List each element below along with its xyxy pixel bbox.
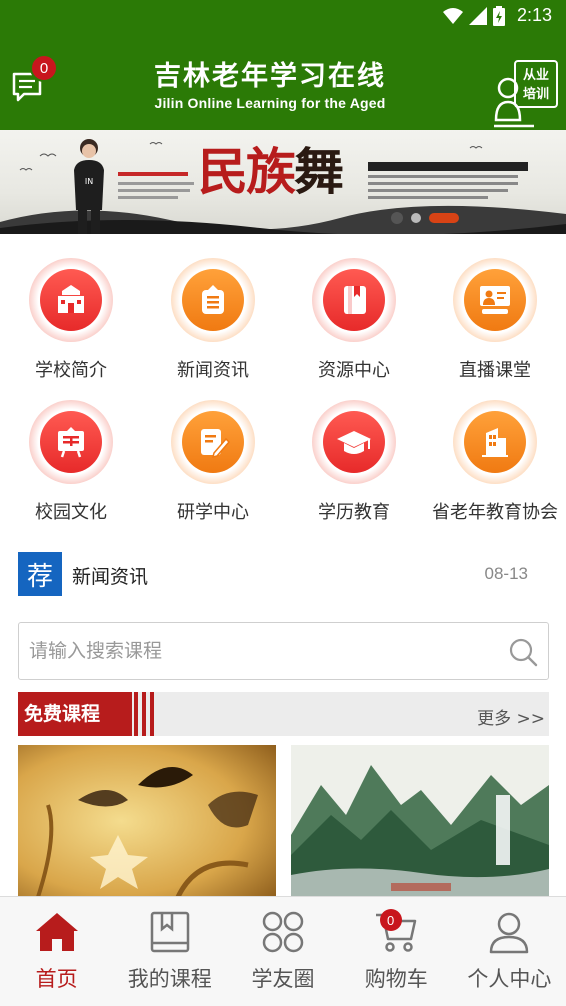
brand-title-en: Jilin Online Learning for the Aged (154, 95, 386, 111)
banner-dot-3[interactable] (429, 213, 459, 223)
circle-icon (262, 911, 304, 953)
category-label: 学历教育 (318, 502, 390, 523)
tab-my-courses[interactable]: 我的课程 (113, 897, 226, 1006)
culture-icon (40, 411, 102, 473)
home-icon (35, 913, 78, 951)
app-header: 0 吉林老年学习在线 Jilin Online Learning for the… (0, 30, 566, 130)
promo-banner[interactable]: IN 民族舞 (0, 130, 566, 234)
tab-cart[interactable]: 0 购物车 (340, 897, 453, 1006)
recommend-badge: 荐 (18, 552, 62, 596)
category-icon-ring (171, 400, 255, 484)
category-school-intro[interactable]: 学校简介 (0, 258, 142, 382)
news-icon (182, 269, 244, 331)
category-label: 省老年教育协会 (432, 502, 558, 523)
category-icon-ring (453, 258, 537, 342)
category-icon-ring (312, 400, 396, 484)
training-label-line2: 培训 (522, 87, 549, 102)
banner-dot-2[interactable] (411, 213, 421, 223)
category-icon-ring (29, 400, 113, 484)
search-icon[interactable] (508, 637, 538, 667)
tab-label: 学友圈 (251, 967, 315, 991)
graduation-cap-icon (323, 411, 385, 473)
category-icon-ring (171, 258, 255, 342)
school-icon (40, 269, 102, 331)
banner-title-part: 民族 (198, 142, 296, 201)
news-ticker[interactable]: 荐 新闻资讯 08-13 (18, 552, 548, 596)
category-label: 新闻资讯 (177, 360, 249, 381)
category-icon-ring (29, 258, 113, 342)
status-time: 2:13 (516, 5, 552, 25)
wifi-icon (442, 7, 463, 24)
status-bar: 2:13 (0, 0, 566, 30)
more-courses-link[interactable]: 更多 >> (477, 704, 545, 729)
category-study-center[interactable]: 研学中心 (142, 400, 284, 524)
category-academic-education[interactable]: 学历教育 (283, 400, 425, 524)
news-headline[interactable]: 新闻资讯 (72, 562, 148, 589)
brand-title-cn: 吉林老年学习在线 (154, 61, 386, 92)
profile-icon (490, 912, 529, 954)
banner-pagination (391, 212, 459, 224)
battery-icon (492, 5, 505, 26)
news-date: 08-13 (484, 564, 528, 583)
training-label-line1: 从业 (522, 68, 549, 83)
cellular-icon (468, 6, 487, 25)
course-thumbnail-sand-art (18, 745, 276, 897)
banner-right-header (368, 162, 528, 171)
category-news[interactable]: 新闻资讯 (142, 258, 284, 382)
free-courses-title: 免费课程 (18, 692, 132, 736)
category-live-class[interactable]: 直播课堂 (424, 258, 566, 382)
category-label: 学校简介 (35, 360, 107, 381)
tab-study-circle[interactable]: 学友圈 (226, 897, 339, 1006)
study-icon (182, 411, 244, 473)
live-class-icon (464, 269, 526, 331)
building-icon (464, 411, 526, 473)
banner-teacher-image: IN (74, 139, 104, 234)
cart-badge: 0 (379, 909, 402, 931)
book-icon (323, 269, 385, 331)
category-elderly-education-association[interactable]: 省老年教育协会 (424, 400, 566, 524)
category-resource-center[interactable]: 资源中心 (283, 258, 425, 382)
banner-right-caption (368, 162, 528, 199)
course-card[interactable] (291, 745, 549, 897)
banner-left-caption (118, 172, 198, 199)
search-input[interactable] (19, 623, 489, 679)
category-label: 研学中心 (177, 502, 249, 523)
status-icons: 2:13 (442, 5, 552, 26)
tab-home[interactable]: 首页 (0, 897, 113, 1006)
search-box (18, 622, 549, 680)
category-label: 校园文化 (35, 502, 107, 523)
banner-title-part: 舞 (294, 142, 344, 201)
message-badge: 0 (30, 54, 58, 82)
tab-profile[interactable]: 个人中心 (453, 897, 566, 1006)
my-courses-icon (150, 911, 190, 953)
brand-logo: 吉林老年学习在线 Jilin Online Learning for the A… (150, 60, 390, 112)
category-label: 资源中心 (318, 360, 390, 381)
bottom-tab-bar: 首页 我的课程 学友圈 0 购物车 个人中心 (0, 896, 566, 1006)
course-thumbnail-landscape-painting (291, 745, 549, 897)
free-courses-header: 免费课程 更多 >> (18, 692, 549, 736)
tab-label: 购物车 (364, 967, 428, 991)
tab-label: 我的课程 (127, 967, 212, 991)
training-label: 从业 培训 (514, 60, 558, 108)
banner-dot-1[interactable] (391, 212, 403, 224)
category-campus-culture[interactable]: 校园文化 (0, 400, 142, 524)
svg-text:IN: IN (85, 177, 93, 186)
training-button[interactable]: 从业 培训 (494, 60, 558, 140)
course-card[interactable] (18, 745, 276, 897)
category-icon-ring (453, 400, 537, 484)
banner-title: 民族舞 (198, 132, 344, 204)
category-icon-ring (312, 258, 396, 342)
tab-label: 个人中心 (467, 967, 552, 991)
tab-label: 首页 (35, 967, 78, 991)
section-stripes-decoration (134, 692, 154, 736)
category-label: 直播课堂 (459, 360, 531, 381)
